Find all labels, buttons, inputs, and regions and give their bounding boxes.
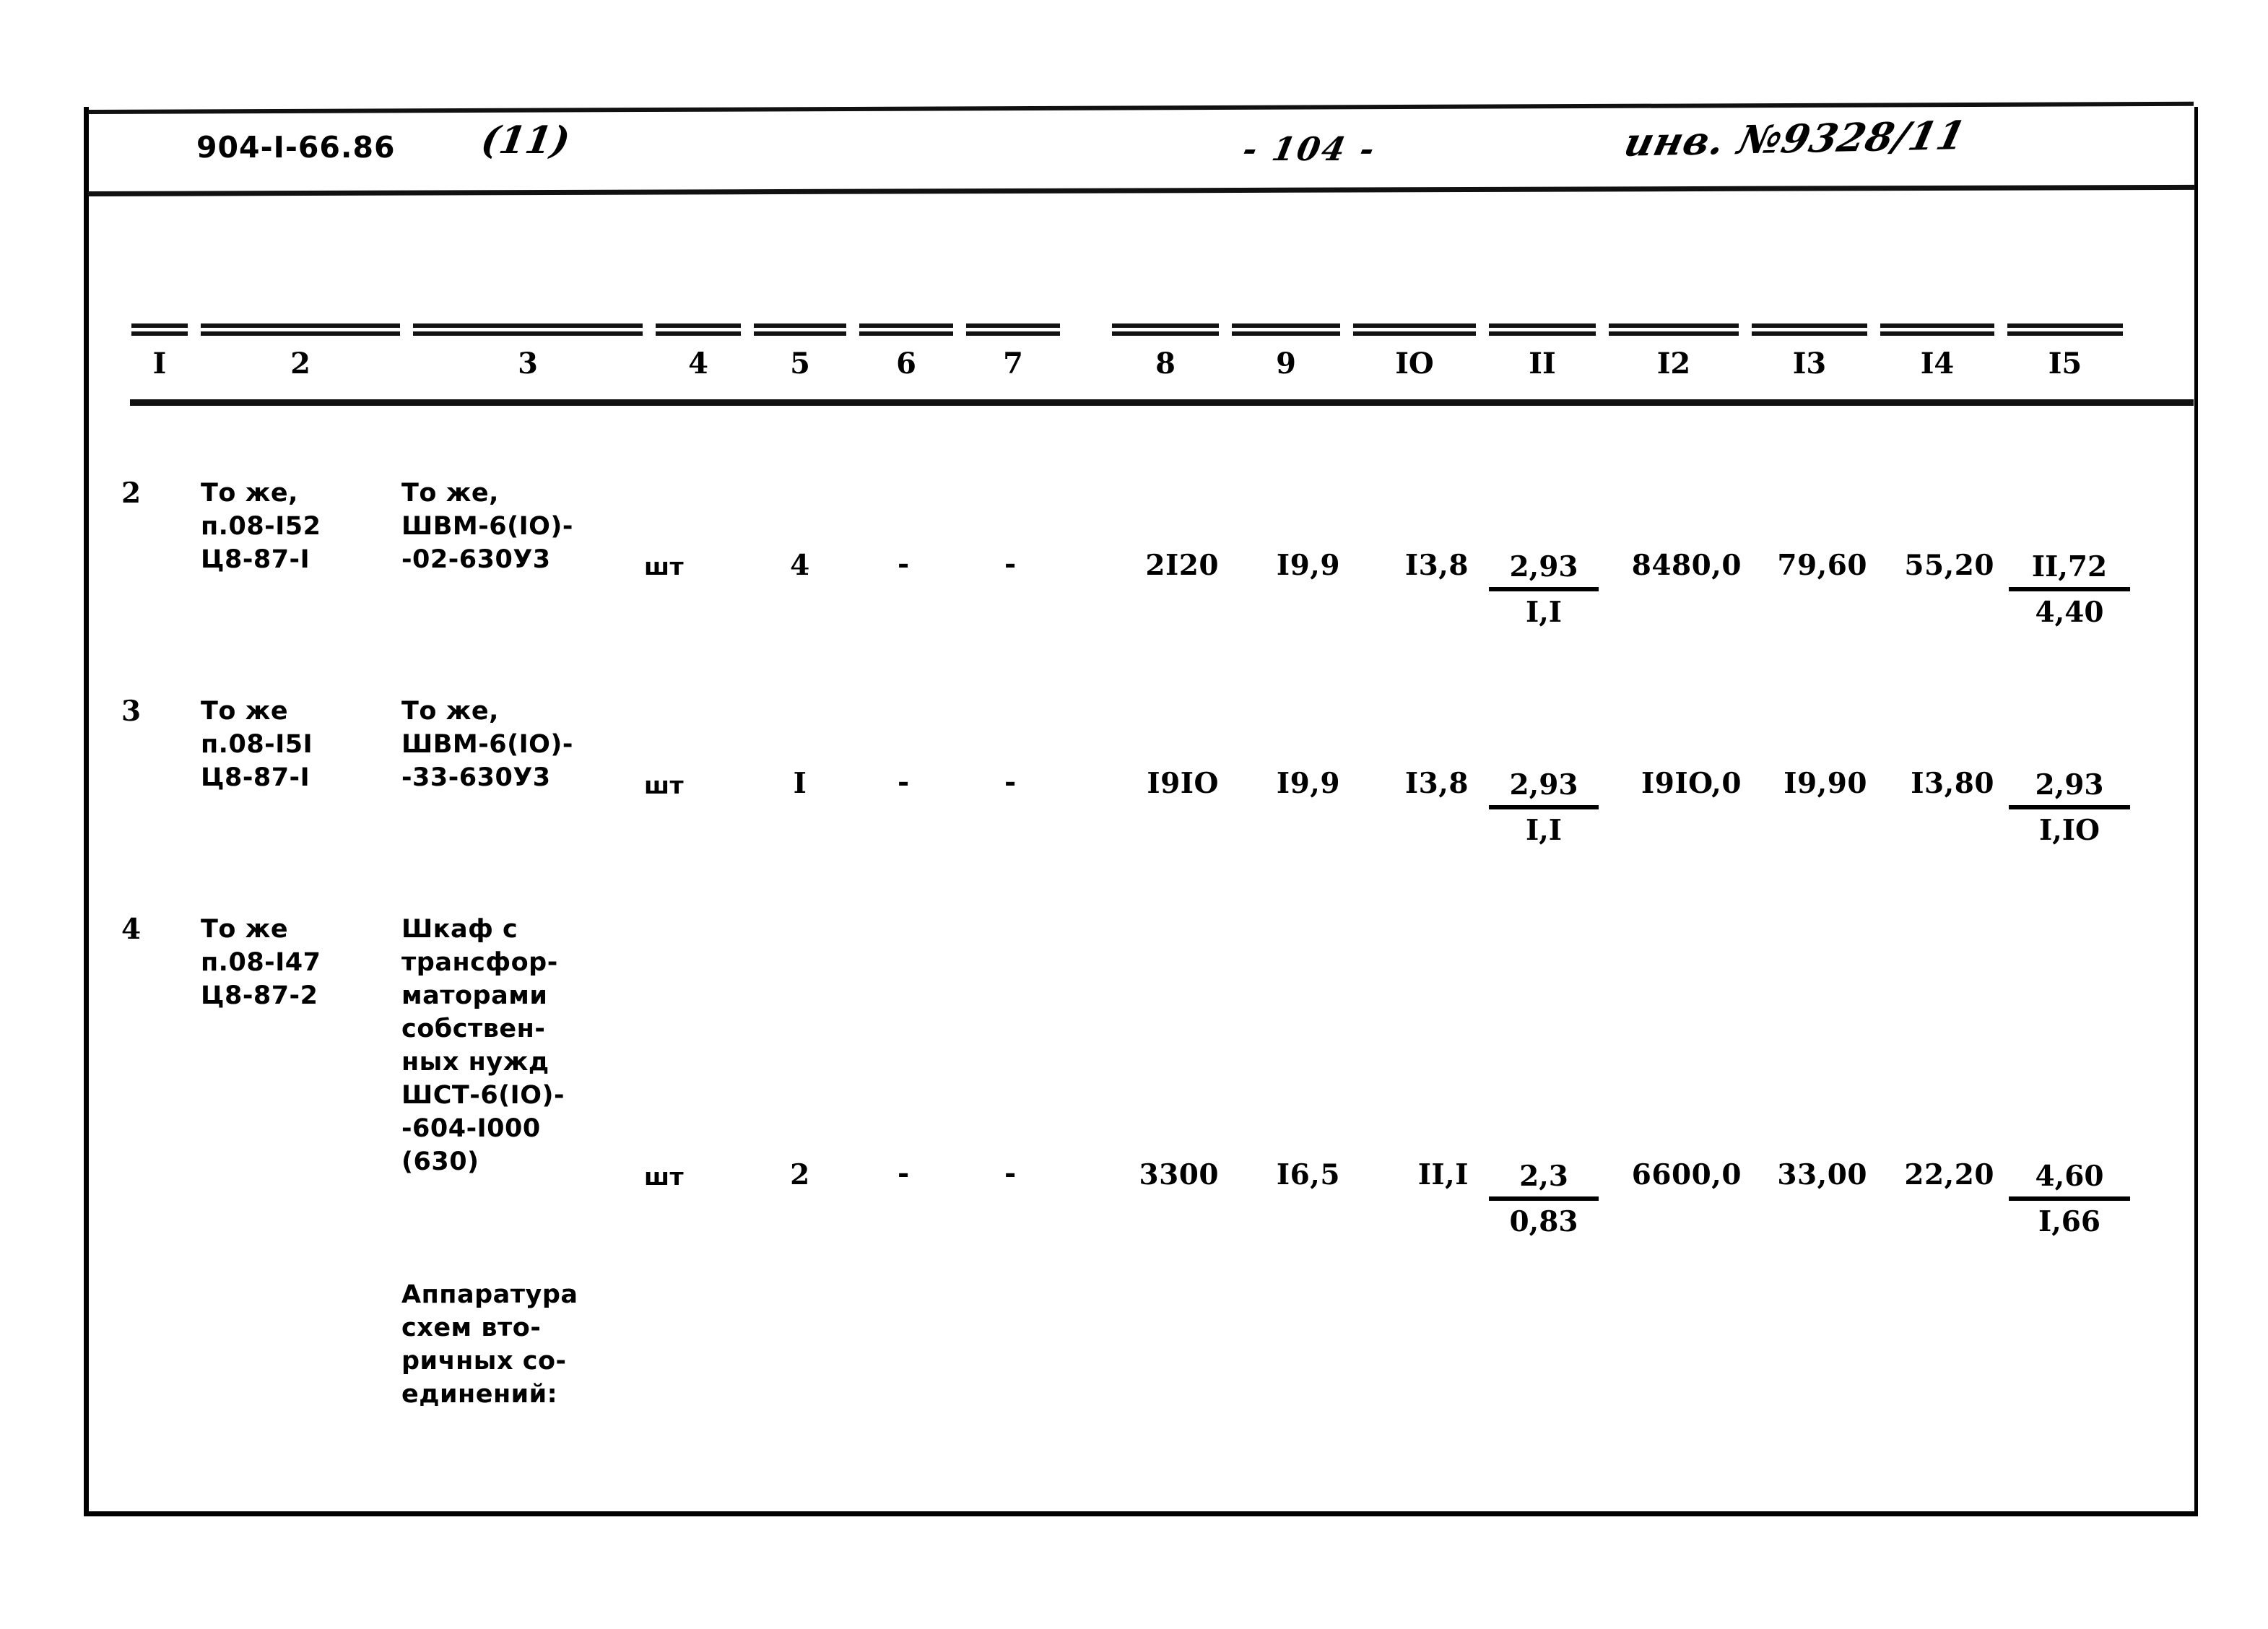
col-rule-4	[656, 323, 741, 336]
row-4-col-6-dash: -	[898, 1157, 910, 1190]
row-3-col-13-value: I9,90	[1783, 767, 1867, 800]
col-rule-5	[754, 323, 846, 336]
col-rule-15	[2007, 323, 2123, 336]
row-4-col-11-numerator: 2,3	[1489, 1157, 1599, 1201]
row-4-col-10-value: II,I	[1417, 1158, 1469, 1191]
col-rule-14	[1880, 323, 1994, 336]
row-2-col-14-value: 55,20	[1904, 549, 1994, 582]
row-4-col-15-fraction: 4,60 I,66	[2009, 1157, 2130, 1241]
row-3-col-8-value: I9IO	[1147, 767, 1219, 800]
row-3-col-12-value: I9IO,0	[1641, 767, 1742, 800]
column-number-3: 3	[518, 347, 538, 381]
row-4-col-8-value: 3300	[1139, 1158, 1219, 1191]
column-number-2: 2	[290, 347, 310, 381]
col-rule-9	[1232, 323, 1340, 336]
column-number-4: 4	[688, 347, 708, 381]
column-number-9: 9	[1276, 347, 1296, 381]
row-2-col-5-quantity: 4	[790, 549, 810, 582]
page-header: 904-I-66.86 (11) - 104 - инв. №9328/11	[88, 112, 2194, 189]
row-4-col-5-quantity: 2	[790, 1158, 810, 1191]
row-2-col-11-denominator: I,I	[1525, 596, 1563, 629]
row-4-col-2-reference: То же п.08-I47 Ц8-87-2	[201, 915, 321, 1010]
row-2-col-13-value: 79,60	[1777, 549, 1867, 582]
sheet-mark-handwritten: (11)	[478, 118, 573, 162]
row-2-col-15-denominator: 4,40	[2035, 596, 2104, 629]
col-rule-1	[131, 323, 188, 336]
row-3-col-11-numerator: 2,93	[1489, 765, 1599, 809]
secondary-circuits-note: Аппаратура схем вто- ричных со- единений…	[401, 1280, 578, 1409]
col-rule-2	[201, 323, 400, 336]
row-3-col-1-position: 3	[121, 695, 142, 728]
row-3-col-5-quantity: I	[793, 767, 807, 800]
row-2-col-9-value: I9,9	[1276, 549, 1340, 582]
inventory-number-handwritten: инв. №9328/11	[1620, 112, 1971, 165]
col-rule-8	[1112, 323, 1219, 336]
row-2-col-4-unit: шт	[644, 552, 685, 581]
row-4-col-11-fraction: 2,3 0,83	[1489, 1157, 1599, 1241]
column-header-bottom-rule	[130, 399, 2194, 406]
row-3-col-14-value: I3,80	[1911, 767, 1994, 800]
row-3-col-3-designation: То же, ШВМ-6(IO)- -33-630У3	[401, 697, 573, 792]
row-4-col-9-value: I6,5	[1276, 1158, 1340, 1191]
row-4-col-7-dash: -	[1004, 1157, 1017, 1190]
row-2-col-10-value: I3,8	[1404, 549, 1469, 582]
col-rule-12	[1609, 323, 1739, 336]
document-code: 904-I-66.86	[196, 130, 396, 165]
column-number-1: I	[152, 347, 167, 381]
row-4-col-13-value: 33,00	[1777, 1158, 1867, 1191]
page-number: - 104 -	[1239, 130, 1380, 168]
row-2-col-1-position: 2	[121, 477, 142, 510]
col-rule-13	[1752, 323, 1867, 336]
column-number-13: I3	[1792, 347, 1827, 381]
row-4-col-14-value: 22,20	[1904, 1158, 1994, 1191]
row-3-col-10-value: I3,8	[1404, 767, 1469, 800]
col-rule-10	[1353, 323, 1476, 336]
row-3-col-6-dash: -	[898, 765, 910, 799]
row-3-col-2-reference: То же п.08-I5I Ц8-87-I	[201, 697, 313, 792]
row-2-col-2-reference: То же, п.08-I52 Ц8-87-I	[201, 479, 321, 574]
row-3-col-11-denominator: I,I	[1525, 814, 1563, 847]
row-2-col-11-numerator: 2,93	[1489, 547, 1599, 591]
column-number-6: 6	[896, 347, 916, 381]
column-number-11: II	[1529, 347, 1556, 381]
table-column-header-row: I 2 3 4 5 6 7 8 9 IO II I2 I3 I4 I5	[0, 310, 2268, 397]
column-number-14: I4	[1920, 347, 1955, 381]
row-4-col-3-designation: Шкаф с трансфор- маторами собствен- ных …	[401, 915, 565, 1176]
col-rule-7	[966, 323, 1060, 336]
row-3-col-11-fraction: 2,93 I,I	[1489, 765, 1599, 850]
row-3-col-4-unit: шт	[644, 771, 685, 799]
row-4-col-15-numerator: 4,60	[2009, 1157, 2130, 1201]
row-2-col-15-fraction: II,72 4,40	[2009, 547, 2130, 632]
column-number-7: 7	[1003, 347, 1023, 381]
row-2-col-15-numerator: II,72	[2009, 547, 2130, 591]
row-3-col-15-fraction: 2,93 I,IO	[2009, 765, 2130, 850]
row-3-col-9-value: I9,9	[1276, 767, 1340, 800]
col-rule-6	[859, 323, 953, 336]
column-number-5: 5	[790, 347, 810, 381]
row-2-col-8-value: 2I20	[1145, 549, 1219, 582]
row-4-col-12-value: 6600,0	[1631, 1158, 1742, 1191]
col-rule-11	[1489, 323, 1596, 336]
row-4-col-1-position: 4	[121, 913, 142, 946]
row-2-col-3-designation: То же, ШВМ-6(IO)- -02-630У3	[401, 479, 573, 574]
row-4-col-4-unit: шт	[644, 1163, 685, 1191]
col-rule-3	[413, 323, 643, 336]
row-2-col-7-dash: -	[1004, 547, 1017, 581]
row-4-col-15-denominator: I,66	[2038, 1205, 2101, 1238]
column-number-10: IO	[1395, 347, 1434, 381]
row-2-col-11-fraction: 2,93 I,I	[1489, 547, 1599, 632]
column-number-15: I5	[2048, 347, 2082, 381]
column-number-8: 8	[1155, 347, 1176, 381]
column-number-12: I2	[1656, 347, 1691, 381]
row-4-col-11-denominator: 0,83	[1509, 1205, 1578, 1238]
row-3-col-15-denominator: I,IO	[2038, 814, 2100, 847]
row-2-col-12-value: 8480,0	[1631, 549, 1742, 582]
row-3-col-7-dash: -	[1004, 765, 1017, 799]
row-2-col-6-dash: -	[898, 547, 910, 581]
row-3-col-15-numerator: 2,93	[2009, 765, 2130, 809]
